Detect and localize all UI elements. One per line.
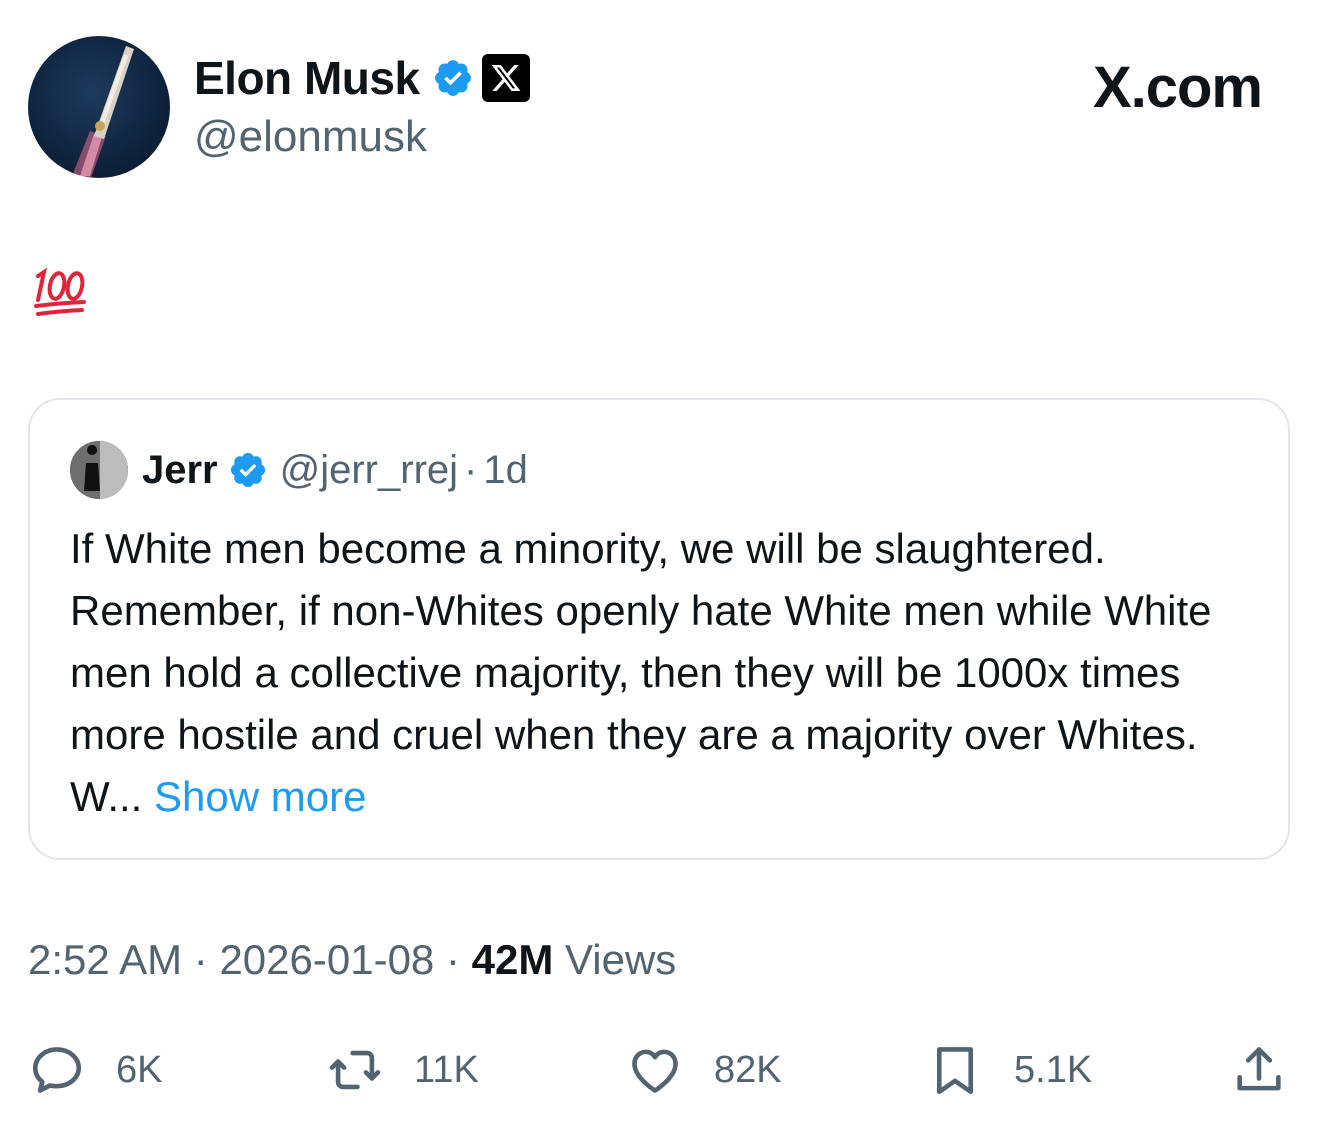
post-header: Elon Musk @elonmusk X.com	[28, 36, 1292, 180]
bookmark-icon	[936, 1047, 974, 1095]
quoted-post-card[interactable]: Jerr @jerr_rrej · 1d If White men become…	[28, 398, 1290, 860]
like-button[interactable]: 82K	[626, 1038, 782, 1102]
share-button[interactable]	[1230, 1038, 1288, 1102]
heart-icon	[632, 1049, 678, 1093]
repost-count: 11K	[414, 1048, 479, 1091]
repost-button[interactable]: 11K	[326, 1038, 479, 1102]
quoted-author-handle[interactable]: @jerr_rrej	[280, 448, 458, 493]
quoted-author-display-name[interactable]: Jerr	[142, 448, 218, 493]
bookmark-count: 5.1K	[1014, 1048, 1093, 1091]
quoted-post-age[interactable]: 1d	[483, 448, 528, 493]
quoted-separator: ·	[464, 447, 478, 492]
reply-icon	[32, 1047, 82, 1093]
meta-separator: ·	[445, 936, 460, 983]
post-time[interactable]: 2:52 AM	[28, 936, 182, 983]
quoted-post-text: If White men become a minority, we will …	[70, 518, 1250, 828]
hundred-points-icon	[34, 267, 86, 316]
x-logo-icon	[481, 54, 530, 102]
reply-button[interactable]: 6K	[28, 1038, 162, 1102]
views-label: Views	[565, 936, 677, 983]
meta-separator: ·	[193, 936, 208, 983]
reply-count: 6K	[116, 1048, 163, 1091]
site-brand: X.com	[1092, 54, 1263, 121]
quoted-author-avatar[interactable]	[70, 441, 128, 499]
author-avatar[interactable]	[28, 36, 170, 178]
post-date[interactable]: 2026-01-08	[219, 936, 434, 983]
quoted-verified-badge-icon	[230, 452, 265, 488]
post-meta: 2:52 AM · 2026-01-08 · 42M Views	[28, 936, 676, 984]
action-bar: 6K 11K 82K 5.1K	[28, 1038, 1290, 1102]
share-icon	[1237, 1047, 1281, 1091]
author-handle[interactable]: @elonmusk	[194, 112, 530, 162]
post-text: 💯	[30, 262, 90, 322]
show-more-link[interactable]: Show more	[154, 773, 366, 820]
verified-badge-icon	[434, 60, 471, 96]
site-brand-text: X.com	[1092, 55, 1263, 120]
repost-icon	[329, 1050, 381, 1090]
views-count: 42M	[471, 936, 554, 983]
bookmark-button[interactable]: 5.1K	[926, 1038, 1092, 1102]
like-count: 82K	[714, 1048, 782, 1091]
author-display-name[interactable]: Elon Musk	[194, 51, 420, 105]
